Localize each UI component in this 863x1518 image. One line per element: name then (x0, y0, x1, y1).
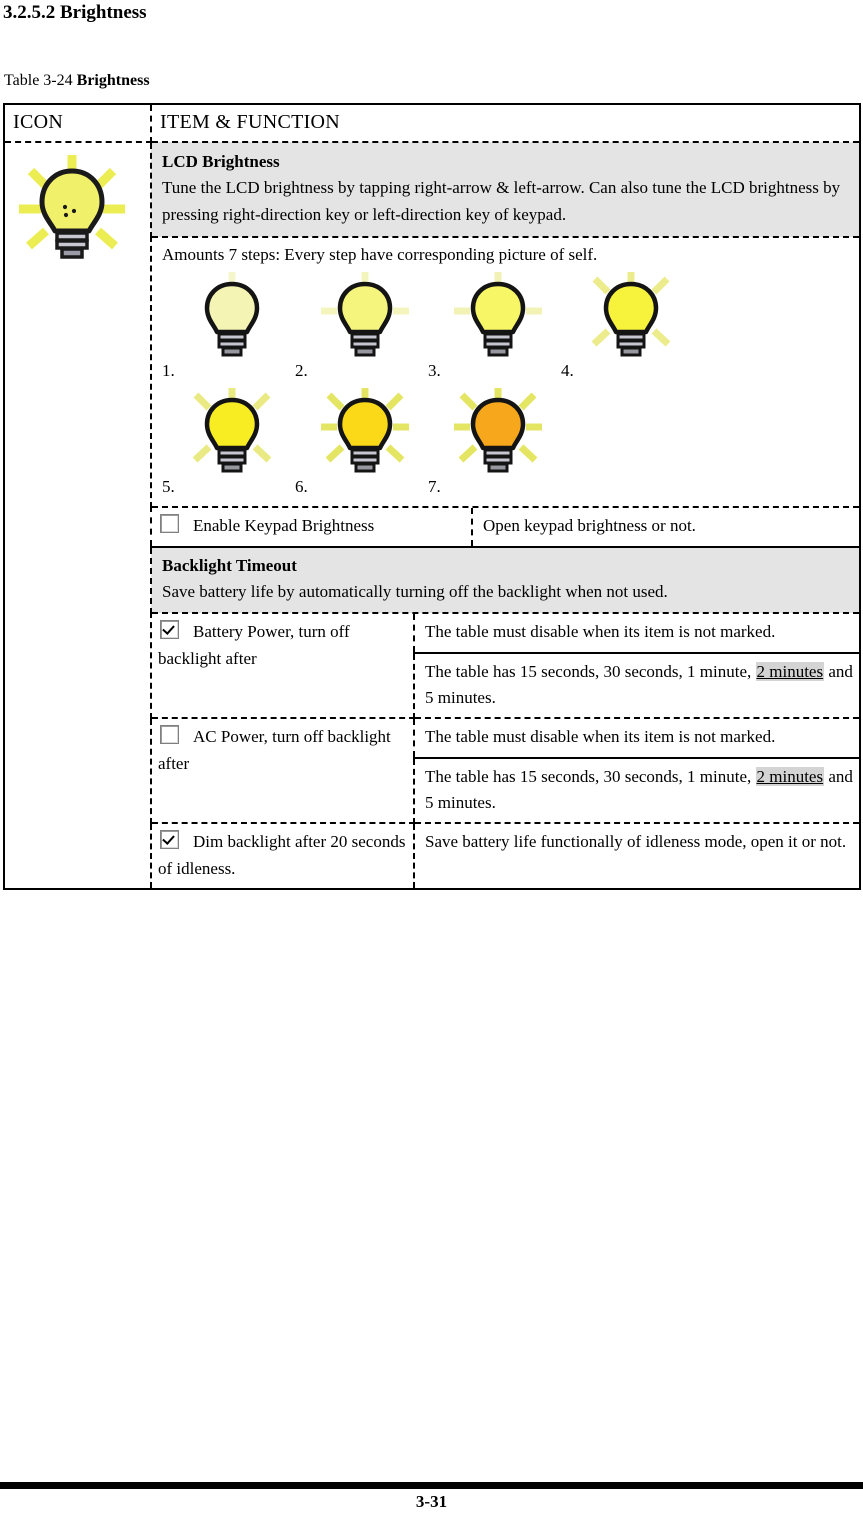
brightness-step-5-number: 5. (162, 474, 175, 500)
ac-power-label: AC Power, turn off backlight after (158, 727, 391, 772)
lcd-brightness-cell: LCD Brightness Tune the LCD brightness b… (151, 142, 860, 237)
battery-power-cell: Battery Power, turn off backlight after … (151, 613, 860, 719)
battery-power-desc-1: The table must disable when its item is … (414, 614, 859, 652)
battery-power-label: Battery Power, turn off backlight after (158, 622, 350, 667)
brightness-step-7-icon (450, 382, 546, 494)
brightness-step-1-number: 1. (162, 358, 175, 384)
brightness-step-6-icon (317, 382, 413, 494)
column-header-icon: ICON (4, 104, 151, 142)
ac-power-desc-1: The table must disable when its item is … (414, 719, 859, 757)
backlight-timeout-body: Save battery life by automatically turni… (162, 582, 668, 601)
icon-cell (4, 142, 151, 889)
steps-gallery-top: 1. 2. 3. 4. (162, 268, 849, 384)
ac-power-desc-2-pre: The table has 15 seconds, 30 seconds, 1 … (425, 767, 756, 786)
steps-intro: Amounts 7 steps: Every step have corresp… (162, 242, 849, 268)
steps-cell: Amounts 7 steps: Every step have corresp… (151, 237, 860, 507)
battery-power-desc-2: The table has 15 seconds, 30 seconds, 1 … (414, 653, 859, 719)
brightness-step-4-icon (583, 266, 679, 378)
dim-backlight-label: Dim backlight after 20 seconds of idlene… (158, 832, 405, 877)
brightness-step-1-icon (184, 266, 280, 378)
table-header-row: ICON ITEM & FUNCTION (4, 104, 860, 142)
enable-keypad-checkbox[interactable] (160, 514, 179, 533)
table-caption-subject: Brightness (77, 72, 150, 89)
dim-backlight-description: Save battery life functionally of idlene… (414, 824, 859, 888)
ac-power-timeout-value[interactable]: 2 minutes (756, 767, 825, 786)
backlight-timeout-title: Backlight Timeout (162, 553, 849, 579)
table-caption: Table 3-24 Brightness (4, 72, 150, 90)
brightness-step-5-icon (184, 382, 280, 494)
brightness-step-3-number: 3. (428, 358, 441, 384)
lightbulb-bright-icon (13, 145, 131, 273)
footer-divider (0, 1482, 863, 1489)
ac-power-cell: AC Power, turn off backlight after The t… (151, 719, 860, 824)
dim-backlight-label-cell[interactable]: Dim backlight after 20 seconds of idlene… (152, 824, 414, 888)
brightness-table: ICON ITEM & FUNCTION (3, 103, 861, 890)
lcd-brightness-row: LCD Brightness Tune the LCD brightness b… (4, 142, 860, 237)
ac-power-checkbox[interactable] (160, 725, 179, 744)
brightness-step-4-number: 4. (561, 358, 574, 384)
ac-power-desc-2: The table has 15 seconds, 30 seconds, 1 … (414, 758, 859, 824)
brightness-step-2-icon (317, 266, 413, 378)
brightness-step-3-icon (450, 266, 546, 378)
lcd-brightness-title: LCD Brightness (162, 149, 849, 175)
ac-power-label-cell[interactable]: AC Power, turn off backlight after (152, 719, 414, 823)
battery-power-desc-2-pre: The table has 15 seconds, 30 seconds, 1 … (425, 662, 756, 681)
steps-gallery-bottom: 5. 6. 7. (162, 384, 849, 500)
brightness-step-2-number: 2. (295, 358, 308, 384)
backlight-timeout-cell: Backlight Timeout Save battery life by a… (151, 547, 860, 614)
enable-keypad-label-cell[interactable]: Enable Keypad Brightness (152, 508, 472, 545)
table-caption-prefix: Table 3-24 (4, 72, 77, 89)
brightness-step-7-number: 7. (428, 474, 441, 500)
enable-keypad-label: Enable Keypad Brightness (193, 516, 374, 535)
enable-keypad-brightness-cell: Enable Keypad Brightness Open keypad bri… (151, 507, 860, 546)
brightness-step-6-number: 6. (295, 474, 308, 500)
battery-power-label-cell[interactable]: Battery Power, turn off backlight after (152, 614, 414, 718)
battery-power-checkbox[interactable] (160, 620, 179, 639)
battery-power-timeout-value[interactable]: 2 minutes (756, 662, 825, 681)
column-header-item-function: ITEM & FUNCTION (151, 104, 860, 142)
lcd-brightness-body: Tune the LCD brightness by tapping right… (162, 178, 840, 223)
dim-backlight-checkbox[interactable] (160, 830, 179, 849)
dim-backlight-cell: Dim backlight after 20 seconds of idlene… (151, 824, 860, 889)
page-number: 3-31 (0, 1492, 863, 1512)
page-title: 3.2.5.2 Brightness (3, 2, 147, 24)
enable-keypad-description: Open keypad brightness or not. (472, 508, 859, 545)
